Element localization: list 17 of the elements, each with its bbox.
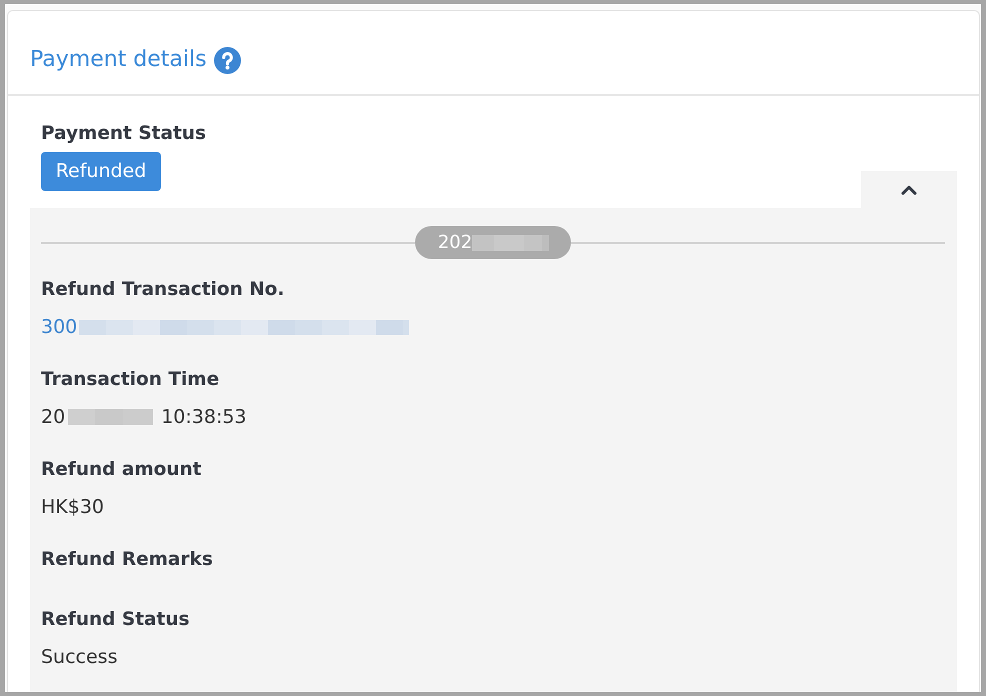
chevron-up-icon — [901, 184, 917, 194]
field-label: Refund Status — [41, 608, 190, 632]
card-title: Payment details — [30, 46, 207, 74]
help-icon[interactable] — [214, 46, 241, 74]
field-label: Refund amount — [41, 458, 202, 482]
field-label: Transaction Time — [41, 368, 220, 392]
field-value: 20 — [41, 405, 66, 430]
transaction-number-link[interactable]: 300 — [41, 314, 78, 340]
field-label: Refund Remarks — [41, 548, 213, 572]
field-value: Success — [41, 645, 118, 670]
collapse-toggle[interactable] — [861, 171, 957, 208]
field-label: Payment Status — [41, 122, 206, 146]
status-badge: Refunded — [41, 152, 161, 191]
field-label: Refund Transaction No. — [41, 278, 284, 302]
field-value: 10:38:53 — [161, 405, 247, 430]
date-text: 202 — [438, 230, 472, 254]
field-value: HK$30 — [41, 495, 104, 520]
